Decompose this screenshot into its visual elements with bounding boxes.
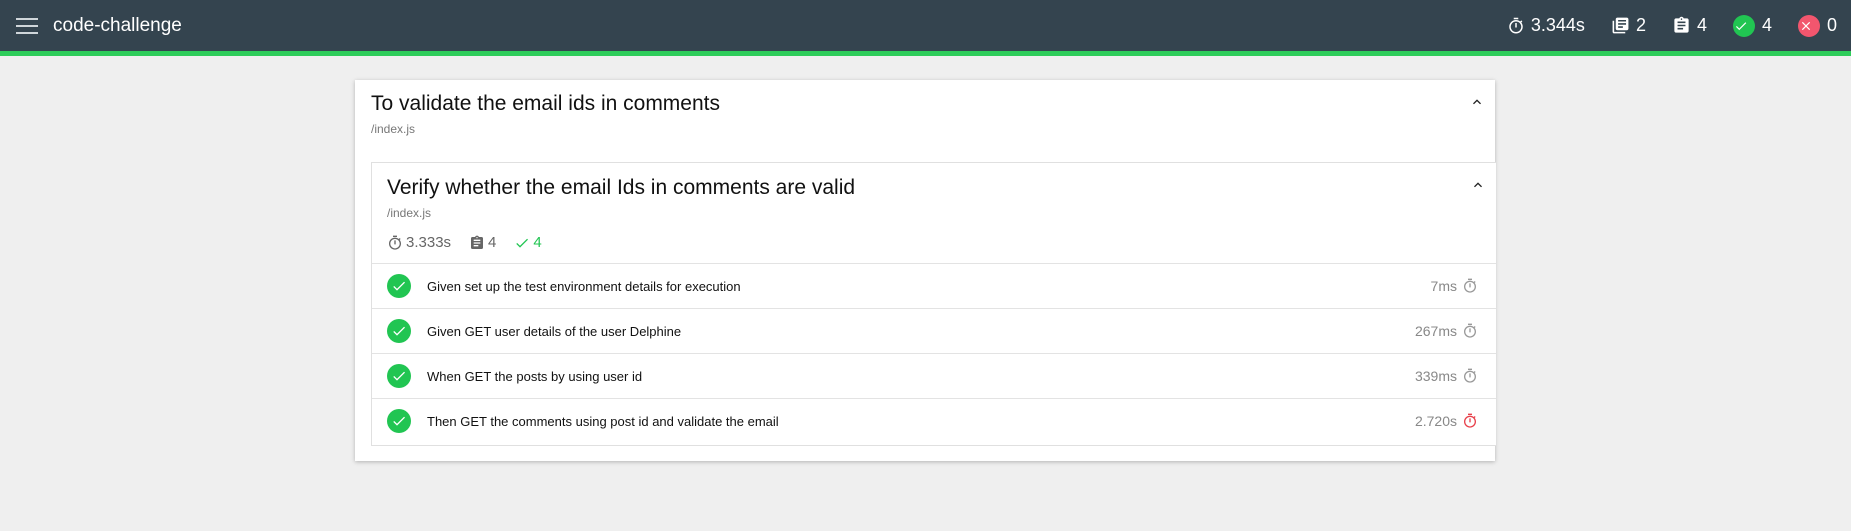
inner-passed: 4 <box>514 234 542 251</box>
duration-value: 3.344s <box>1530 15 1585 35</box>
passed-check-icon <box>1732 14 1755 37</box>
top-navbar: code-challenge 3.344s 2 4 4 0 <box>0 0 1851 56</box>
inner-tests-count: 4 <box>488 234 497 251</box>
test-duration-value: 267ms <box>1414 323 1457 339</box>
test-list: Given set up the test environment detail… <box>372 263 1496 443</box>
inner-duration: 3.333s <box>387 234 451 251</box>
stopwatch-icon <box>1464 278 1476 293</box>
test-duration: 267ms <box>1415 323 1478 339</box>
pass-check-icon <box>387 319 411 343</box>
test-row[interactable]: Given set up the test environment detail… <box>372 263 1496 308</box>
test-row[interactable]: Given GET user details of the user Delph… <box>372 308 1496 353</box>
header-stats: 3.344s 2 4 4 0 <box>1481 14 1837 37</box>
inner-passed-count: 4 <box>533 234 542 251</box>
pass-check-icon <box>387 364 411 388</box>
test-name: When GET the posts by using user id <box>427 368 643 384</box>
inner-suite: Verify whether the email Ids in comments… <box>371 162 1496 446</box>
inner-suite-header: Verify whether the email Ids in comments… <box>387 176 1480 251</box>
check-icon <box>516 238 529 248</box>
inner-tests: 4 <box>469 234 496 251</box>
test-duration: 7ms <box>1431 278 1478 294</box>
failed-count: 0 <box>1826 15 1837 35</box>
test-name: Given set up the test environment detail… <box>427 278 741 294</box>
pass-check-icon <box>387 409 411 433</box>
inner-suite-stats: 3.333s 4 4 <box>387 234 1480 251</box>
app-title: code-challenge <box>53 14 182 36</box>
test-name: Given GET user details of the user Delph… <box>427 323 682 339</box>
chevron-up-icon[interactable] <box>1469 94 1485 110</box>
library-books-icon <box>1612 17 1629 34</box>
stopwatch-icon <box>1509 17 1523 33</box>
test-duration-value: 7ms <box>1430 278 1457 294</box>
test-duration-value: 2.720s <box>1414 413 1457 429</box>
suite-header: To validate the email ids in comments /i… <box>371 92 1479 136</box>
test-duration: 2.720s <box>1415 413 1478 429</box>
stat-duration: 3.344s <box>1507 15 1585 36</box>
stat-tests[interactable]: 4 <box>1672 15 1707 36</box>
suite-card: To validate the email ids in comments /i… <box>355 80 1496 461</box>
tests-count: 4 <box>1696 15 1707 35</box>
menu-icon[interactable] <box>16 17 38 34</box>
clipboard-icon <box>471 235 484 249</box>
suite-file: /index.js <box>371 122 416 136</box>
stopwatch-icon <box>1464 368 1476 383</box>
stat-suites[interactable]: 2 <box>1611 15 1646 36</box>
inner-duration-value: 3.333s <box>406 234 452 251</box>
test-row[interactable]: Then GET the comments using post id and … <box>372 398 1496 443</box>
inner-suite-title: Verify whether the email Ids in comments… <box>387 176 856 199</box>
passed-count: 4 <box>1761 15 1772 35</box>
stopwatch-icon <box>389 235 401 250</box>
pass-check-icon <box>387 274 411 298</box>
test-name: Then GET the comments using post id and … <box>427 413 779 429</box>
inner-suite-file: /index.js <box>387 206 432 220</box>
stat-failed[interactable]: 0 <box>1797 14 1837 37</box>
test-duration-value: 339ms <box>1414 368 1457 384</box>
suites-count: 2 <box>1635 15 1646 35</box>
suite-title: To validate the email ids in comments <box>371 92 720 115</box>
chevron-up-icon[interactable] <box>1470 177 1486 193</box>
failed-close-icon <box>1797 14 1820 37</box>
stopwatch-icon <box>1464 323 1476 338</box>
test-row[interactable]: When GET the posts by using user id 339m… <box>372 353 1496 398</box>
clipboard-icon <box>1674 16 1689 33</box>
stopwatch-slow-icon <box>1464 413 1476 428</box>
test-duration: 339ms <box>1415 368 1478 384</box>
stat-passed[interactable]: 4 <box>1732 14 1772 37</box>
